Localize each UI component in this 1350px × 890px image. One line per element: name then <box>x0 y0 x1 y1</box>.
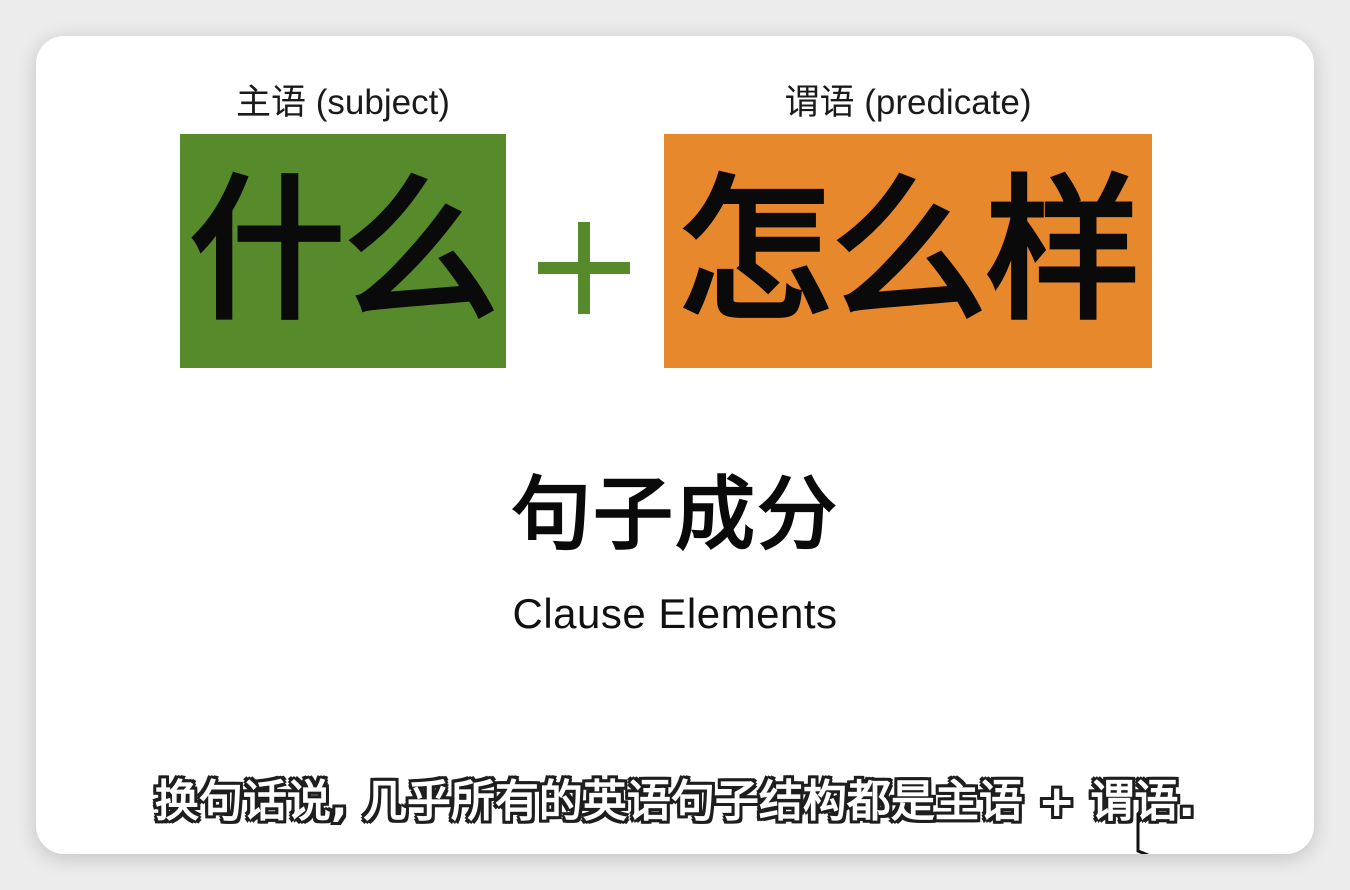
subject-word: 什么 <box>189 159 499 342</box>
predicate-label: 谓语 (predicate) <box>784 83 1032 122</box>
plus-icon <box>538 222 630 314</box>
title-english: Clause Elements <box>512 590 838 637</box>
subject-box: 什么 <box>180 134 506 368</box>
predicate-box: 怎么样 <box>664 134 1152 368</box>
subject-label: 主语 (subject) <box>236 83 450 122</box>
video-subtitle: 换句话说, 几乎所有的英语句子结构都是主语 + 谓语. <box>154 776 1196 827</box>
title-chinese: 句子成分 <box>511 467 839 561</box>
predicate-word: 怎么样 <box>677 159 1141 342</box>
slide-card: 主语 (subject) 什么 谓语 (predicate) 怎么样 句子成分 … <box>36 36 1314 854</box>
plus-bar-vertical <box>578 222 590 314</box>
text-cursor-icon <box>1136 813 1149 854</box>
